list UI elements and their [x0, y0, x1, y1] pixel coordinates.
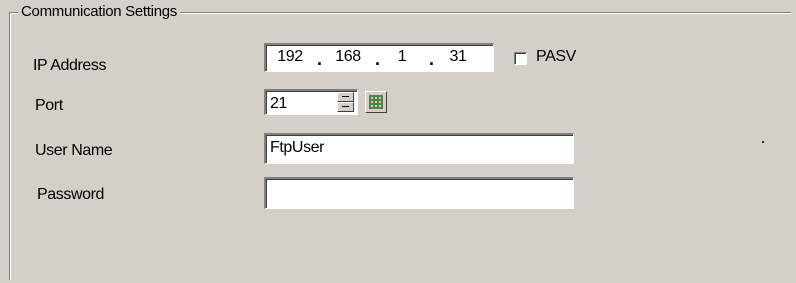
ip-separator-2: . [375, 49, 380, 69]
keypad-icon[interactable] [365, 91, 387, 113]
password-field[interactable] [264, 177, 574, 209]
spin-up-button[interactable] [337, 92, 354, 102]
pasv-label: PASV [536, 48, 576, 65]
ip-address-field[interactable]: 192 . 168 . 1 . 31 [264, 43, 494, 72]
spinner-icon[interactable] [337, 92, 354, 112]
ip-octet-1[interactable]: 192 [270, 45, 310, 69]
ip-separator-1: . [317, 49, 322, 69]
password-label: Password [37, 186, 105, 203]
port-value: 21 [270, 95, 287, 112]
ip-octet-2[interactable]: 168 [328, 45, 368, 69]
ip-octet-4[interactable]: 31 [438, 45, 478, 69]
user-name-field[interactable]: FtpUser [264, 133, 574, 164]
group-title: Communication Settings [18, 3, 180, 21]
user-name-value: FtpUser [270, 139, 325, 156]
ip-address-label: IP Address [33, 57, 107, 74]
spin-down-button[interactable] [337, 102, 354, 112]
ip-octet-3[interactable]: 1 [382, 45, 422, 69]
port-label: Port [35, 97, 63, 114]
pasv-checkbox[interactable] [514, 52, 527, 65]
user-name-label: User Name [35, 142, 113, 159]
ip-separator-3: . [429, 49, 434, 69]
stray-dot [762, 141, 764, 143]
keypad-grid-icon [369, 95, 383, 109]
